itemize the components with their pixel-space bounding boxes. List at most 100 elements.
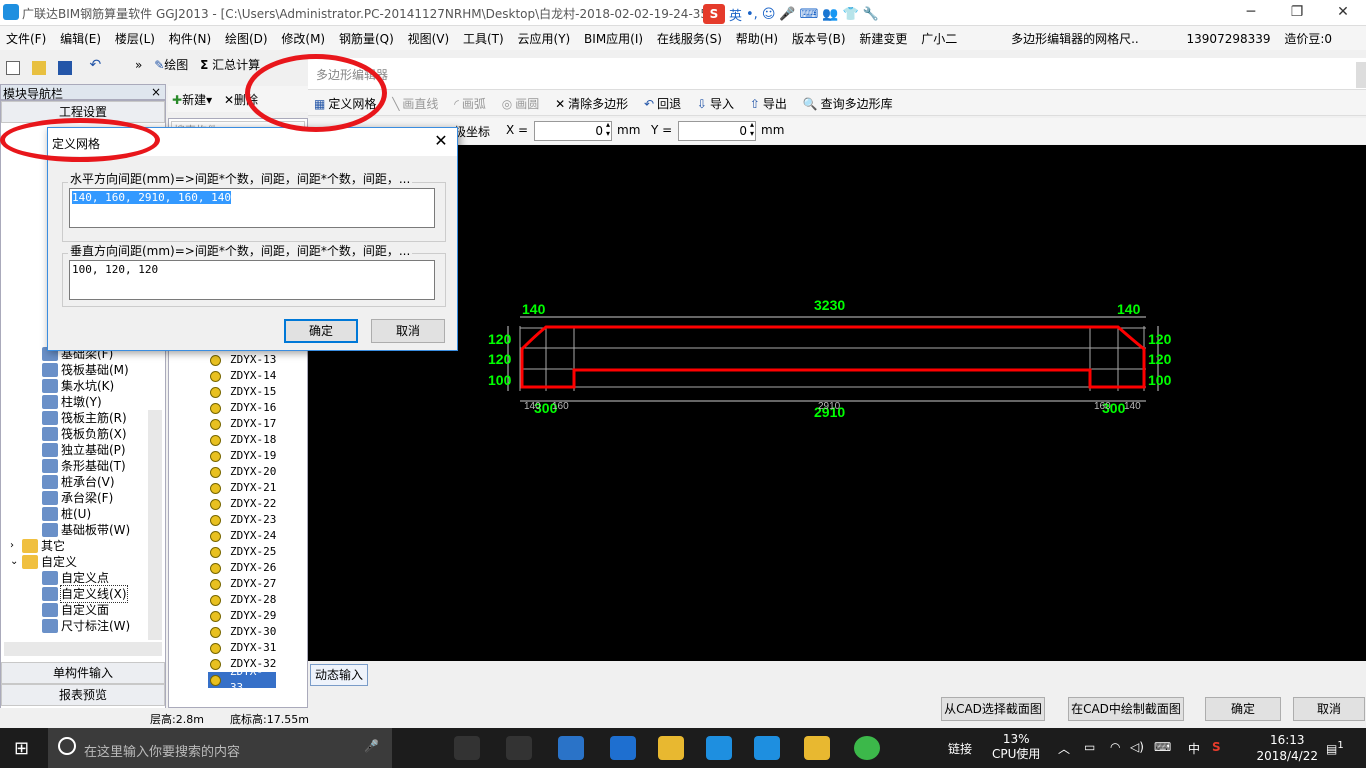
menu-component[interactable]: 构件(N) bbox=[163, 26, 215, 47]
coin-balance[interactable]: 造价豆:0 bbox=[1278, 26, 1336, 47]
tree-item[interactable]: 独立基础(P) bbox=[4, 442, 154, 458]
menu-help[interactable]: 帮助(H) bbox=[730, 26, 782, 47]
open-folder-icon[interactable] bbox=[31, 60, 46, 75]
list-item[interactable]: ZDYX-15 bbox=[210, 384, 276, 400]
explorer-icon[interactable] bbox=[658, 736, 684, 760]
tree-item[interactable]: 桩(U) bbox=[4, 506, 154, 522]
tree-folder[interactable]: ⌄ 自定义 bbox=[4, 554, 154, 570]
x-spinner[interactable]: ▴ ▾ bbox=[606, 120, 610, 138]
chevron-up-icon[interactable]: ︿ bbox=[1058, 740, 1070, 757]
sogou-icon[interactable]: S bbox=[703, 4, 725, 24]
tree-item[interactable]: 筏板负筋(X) bbox=[4, 426, 154, 442]
network-icon[interactable]: ▭ bbox=[1084, 740, 1095, 754]
notification-icon[interactable]: ▤1 bbox=[1326, 740, 1344, 756]
keyboard-icon[interactable]: ⌨ bbox=[800, 7, 819, 22]
list-item[interactable]: ZDYX-23 bbox=[210, 512, 276, 528]
menu-floor[interactable]: 楼层(L) bbox=[109, 26, 159, 47]
draw-in-cad-button[interactable]: 在CAD中绘制截面图 bbox=[1068, 697, 1184, 721]
tree-item[interactable]: 筏板基础(M) bbox=[4, 362, 154, 378]
editor-cancel-button[interactable]: 取消 bbox=[1293, 697, 1365, 721]
close-icon[interactable]: ✕ bbox=[431, 132, 451, 152]
mic-icon[interactable]: 🎤 bbox=[364, 739, 379, 753]
draw-circle-button[interactable]: ◎ 画圆 bbox=[502, 95, 540, 112]
menu-online[interactable]: 在线服务(S) bbox=[651, 26, 726, 47]
draw-button[interactable]: ✎绘图 bbox=[154, 58, 188, 72]
expand-icon[interactable]: › bbox=[10, 538, 22, 554]
nav-scrollbar[interactable] bbox=[148, 410, 162, 640]
sogou-tray-icon[interactable]: S bbox=[1212, 740, 1221, 754]
undo-icon[interactable]: ↶ bbox=[89, 57, 101, 73]
list-item[interactable]: ZDYX-29 bbox=[210, 608, 276, 624]
taskbar-search[interactable]: 在这里输入你要搜索的内容 🎤 bbox=[48, 728, 392, 768]
tree-item[interactable]: 尺寸标注(W) bbox=[4, 618, 154, 634]
polar-coord-radio[interactable]: 极坐标 bbox=[454, 123, 490, 140]
single-input-button[interactable]: 单构件输入 bbox=[1, 662, 165, 684]
tree-item[interactable]: 自定义线(X) bbox=[4, 585, 154, 603]
skin-icon[interactable]: 👕 bbox=[843, 7, 859, 22]
tree-item[interactable]: 承台梁(F) bbox=[4, 490, 154, 506]
list-item[interactable]: ZDYX-28 bbox=[210, 592, 276, 608]
close-icon[interactable]: × bbox=[151, 85, 161, 99]
tree-item[interactable]: 自定义点 bbox=[4, 570, 154, 586]
list-item[interactable]: ZDYX-22 bbox=[210, 496, 276, 512]
export-button[interactable]: ⇧ 导出 bbox=[750, 95, 787, 112]
tree-item[interactable]: 桩承台(V) bbox=[4, 474, 154, 490]
close-button[interactable]: ✕ bbox=[1320, 0, 1366, 26]
clock[interactable]: 16:13 2018/4/22 bbox=[1256, 732, 1318, 764]
y-spinner[interactable]: ▴ ▾ bbox=[750, 120, 754, 138]
list-item[interactable]: ZDYX-18 bbox=[210, 432, 276, 448]
tools-icon[interactable]: 🔧 bbox=[863, 7, 879, 22]
list-item[interactable]: ZDYX-13 bbox=[210, 352, 276, 368]
more-icon[interactable]: » bbox=[135, 58, 142, 72]
query-polygon-library-button[interactable]: 🔍 查询多边形库 bbox=[803, 95, 893, 112]
ie-icon[interactable] bbox=[610, 736, 636, 760]
draw-arc-button[interactable]: ◜ 画弧 bbox=[454, 95, 486, 112]
maximize-button[interactable]: ❐ bbox=[1274, 0, 1320, 26]
menu-modify[interactable]: 修改(M) bbox=[275, 26, 329, 47]
vertical-spacing-input[interactable]: 100, 120, 120 bbox=[69, 260, 435, 300]
list-item[interactable]: ZDYX-16 bbox=[210, 400, 276, 416]
ime-indicator[interactable]: 中 bbox=[1188, 740, 1200, 757]
ime-toolbar[interactable]: S 英 •, ☺ 🎤 ⌨ 👥 👕 🔧 bbox=[703, 3, 879, 25]
settings-app-icon[interactable] bbox=[506, 736, 532, 760]
menu-file[interactable]: 文件(F) bbox=[0, 26, 50, 47]
list-item[interactable]: ZDYX-30 bbox=[210, 624, 276, 640]
menu-rebar[interactable]: 钢筋量(Q) bbox=[333, 26, 398, 47]
dynamic-input-tab[interactable]: 动态输入 bbox=[310, 664, 368, 686]
list-item-selected[interactable]: ZDYX-33 bbox=[208, 665, 276, 694]
green-app-icon[interactable] bbox=[854, 736, 880, 760]
menu-cloud[interactable]: 云应用(Y) bbox=[512, 26, 575, 47]
dialog-cancel-button[interactable]: 取消 bbox=[371, 319, 445, 343]
import-button[interactable]: ⇩ 导入 bbox=[697, 95, 734, 112]
cpu-meter[interactable]: 13% CPU使用 bbox=[992, 732, 1040, 762]
new-button[interactable]: ✚新建▾ bbox=[172, 91, 212, 108]
menu-new-change[interactable]: 新建变更 bbox=[853, 26, 911, 47]
sum-button[interactable]: Σ 汇总计算 bbox=[200, 58, 260, 72]
list-item[interactable]: ZDYX-20 bbox=[210, 464, 276, 480]
undo-button[interactable]: ↶ 回退 bbox=[644, 95, 681, 112]
emoji-icon[interactable]: ☺ bbox=[762, 7, 776, 22]
list-item[interactable]: ZDYX-19 bbox=[210, 448, 276, 464]
editor-ok-button[interactable]: 确定 bbox=[1205, 697, 1281, 721]
tree-item[interactable]: 条形基础(T) bbox=[4, 458, 154, 474]
x-input[interactable]: 0 bbox=[534, 121, 612, 141]
user-icon[interactable]: 👥 bbox=[822, 7, 838, 22]
menu-tools[interactable]: 工具(T) bbox=[457, 26, 508, 47]
minimize-button[interactable]: ─ bbox=[1228, 0, 1274, 26]
editor-scroll-handle[interactable] bbox=[1356, 62, 1366, 88]
report-preview-button[interactable]: 报表预览 bbox=[1, 684, 165, 706]
horizontal-spacing-input[interactable]: 140, 160, 2910, 160, 140 bbox=[69, 188, 435, 228]
dialog-ok-button[interactable]: 确定 bbox=[284, 319, 358, 343]
clear-polygon-button[interactable]: ✕ 清除多边形 bbox=[555, 95, 628, 112]
tree-item[interactable]: 基础板带(W) bbox=[4, 522, 154, 538]
list-item[interactable]: ZDYX-25 bbox=[210, 544, 276, 560]
start-icon[interactable]: ⊞ bbox=[14, 738, 29, 759]
menu-edit[interactable]: 编辑(E) bbox=[54, 26, 105, 47]
y-input[interactable]: 0 bbox=[678, 121, 756, 141]
list-item[interactable]: ZDYX-24 bbox=[210, 528, 276, 544]
notes-app-icon[interactable] bbox=[804, 736, 830, 760]
tree-folder[interactable]: › 其它 bbox=[4, 538, 154, 554]
menu-assistant[interactable]: 广小二 bbox=[915, 26, 961, 47]
notice-text[interactable]: 多边形编辑器的网格尺.. bbox=[1005, 26, 1143, 47]
list-item[interactable]: ZDYX-26 bbox=[210, 560, 276, 576]
